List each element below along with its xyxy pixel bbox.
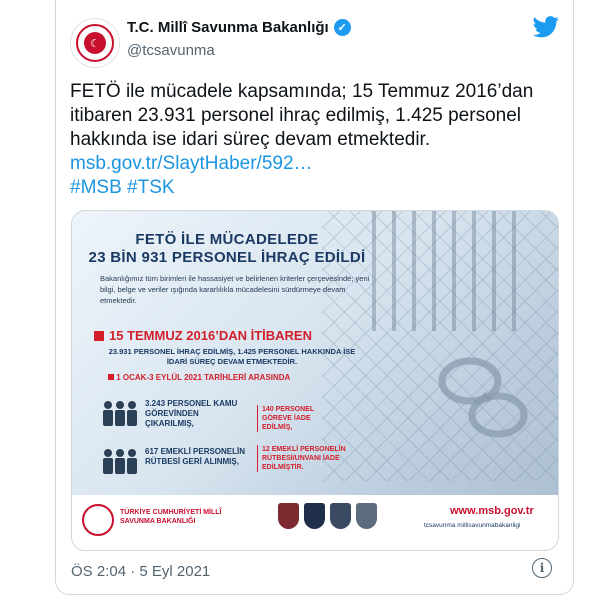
tweet-link[interactable]: msb.gov.tr/SlaytHaber/592… — [70, 152, 560, 176]
date-range: 1 OCAK-3 EYLÜL 2021 TARİHLERİ ARASINDA — [108, 373, 290, 383]
infographic-footer: TÜRKİYE CUMHURİYETİ MİLLÎ SAVUNMA BAKANL… — [72, 495, 558, 550]
info-icon[interactable]: i — [532, 558, 552, 578]
footer-title: TÜRKİYE CUMHURİYETİ MİLLÎ SAVUNMA BAKANL… — [120, 509, 222, 525]
tweet-image[interactable]: FETÖ İLE MÜCADELEDE 23 BİN 931 PERSONEL … — [71, 210, 559, 551]
section-heading: 15 TEMMUZ 2016’DAN İTİBAREN — [94, 328, 312, 343]
army-emblem-icon — [278, 503, 299, 529]
airforce-emblem-icon — [330, 503, 351, 529]
tweet-timestamp[interactable]: ÖS 2:04 · 5 Eyl 2021 — [71, 563, 210, 580]
section-text: 23.931 PERSONEL İHRAÇ EDİLMİŞ, 1.425 PER… — [108, 347, 356, 366]
twitter-bird-icon[interactable] — [533, 16, 559, 38]
tweet-text-block: FETÖ ile mücadele kapsamında; 15 Temmuz … — [70, 80, 560, 200]
infographic-title-line2: 23 BİN 931 PERSONEL İHRAÇ EDİLDİ — [88, 249, 366, 266]
tweet-text: FETÖ ile mücadele kapsamında; 15 Temmuz … — [70, 81, 534, 150]
author-name[interactable]: T.C. Millî Savunma Bakanlığı — [127, 19, 329, 36]
stat-rank-revoked: 617 EMEKLİ PERSONELİN RÜTBESİ GERİ ALINM… — [145, 447, 246, 466]
footer-social: tcsavunma millisavunmabakanligi — [424, 522, 521, 529]
note-reinstated: 140 PERSONEL GÖREVE İADE EDİLMİŞ, — [257, 405, 337, 432]
author-handle[interactable]: @tcsavunma — [127, 42, 215, 59]
msb-logo — [82, 504, 114, 536]
note-rank-restored: 12 EMEKLİ PERSONELİN RÜTBESİ/UNVANI İADE… — [257, 445, 347, 472]
stat-dismissed: 3.243 PERSONEL KAMU GÖREVİNDEN ÇIKARILMI… — [145, 399, 238, 428]
bullet-square-icon — [94, 330, 104, 341]
gendarmerie-emblem-icon — [356, 503, 377, 529]
bullet-square-icon — [108, 374, 114, 380]
infographic-intro: Bakanlığımız tüm birimleri ile hassasiye… — [100, 274, 370, 305]
author-name-row[interactable]: T.C. Millî Savunma Bakanlığı ✓ — [127, 19, 351, 36]
infographic-title-line1: FETÖ İLE MÜCADELEDE — [135, 231, 319, 248]
verified-badge-icon: ✓ — [333, 19, 351, 36]
msb-logo: ☾ — [76, 24, 114, 62]
people-icon — [103, 401, 137, 426]
people-icon — [103, 449, 137, 474]
tweet-card: ☾ T.C. Millî Savunma Bakanlığı ✓ @tcsavu… — [55, 0, 574, 595]
navy-emblem-icon — [304, 503, 325, 529]
tweet-hashtags[interactable]: #MSB #TSK — [70, 176, 560, 200]
avatar[interactable]: ☾ — [70, 18, 120, 68]
footer-website: www.msb.gov.tr — [450, 505, 534, 517]
handcuffs-icon — [438, 357, 528, 438]
